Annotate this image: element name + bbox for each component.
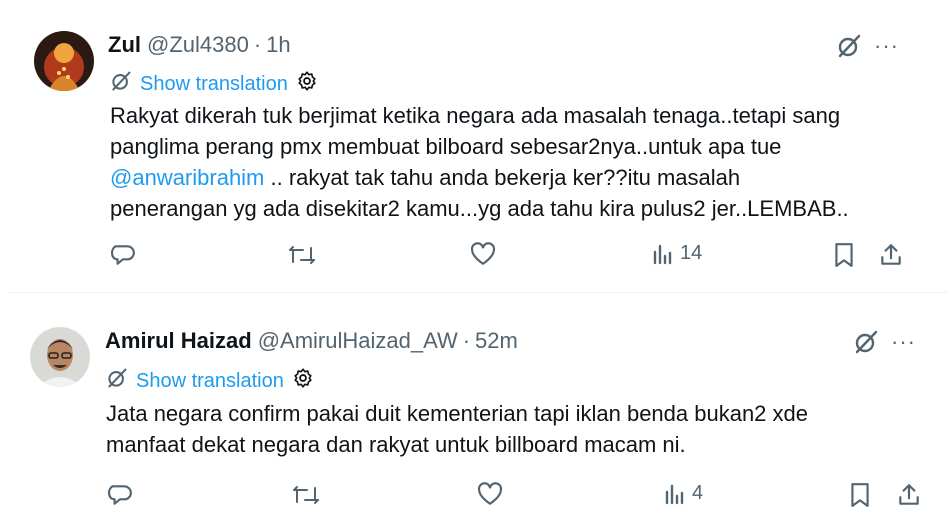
analytics-icon [652,243,674,265]
analytics-icon [664,483,686,505]
display-name[interactable]: Amirul Haizad [105,328,252,354]
avatar[interactable] [34,31,94,91]
view-count: 14 [680,242,703,264]
repost-icon [288,242,316,268]
tweet[interactable]: Amirul Haizad @AmirulHaizad_AW · 52m ···… [0,310,948,520]
heart-icon [477,482,503,506]
settings-gear-icon[interactable] [292,367,314,395]
views-button[interactable]: 14 [652,242,702,265]
text-line: manfaat dekat negara dan rakyat untuk bi… [106,432,686,457]
view-count: 4 [692,482,704,504]
like-button[interactable] [470,242,496,266]
settings-gear-icon[interactable] [296,70,318,98]
tweet-top-actions: ··· [836,32,899,60]
dot-separator: · [253,32,262,57]
display-name[interactable]: Zul [108,32,141,58]
reply-button[interactable] [110,242,136,268]
tweet-top-actions: ··· [853,328,916,356]
tweet-header: Amirul Haizad @AmirulHaizad_AW · 52m [105,328,518,354]
bookmark-button[interactable] [833,242,855,268]
text-line: Rakyat dikerah tuk berjimat ketika negar… [110,103,841,128]
grok-icon[interactable] [836,33,862,59]
action-bar: 14 [0,242,948,274]
translate-icon [110,70,132,98]
tweet-header: Zul @Zul4380 · 1h [108,32,291,58]
user-handle[interactable]: @Zul4380 [147,32,249,58]
dot-separator: · [462,328,471,353]
like-button[interactable] [477,482,503,506]
grok-icon[interactable] [853,329,879,355]
show-translation-link[interactable]: Show translation [110,70,318,98]
show-translation-label[interactable]: Show translation [136,370,284,393]
show-translation-label[interactable]: Show translation [140,73,288,96]
share-button[interactable] [896,482,922,508]
translate-icon [106,367,128,395]
mention-link[interactable]: @anwaribrahim [110,165,264,190]
timestamp[interactable]: 1h [266,32,290,58]
text-fragment: .. rakyat tak tahu anda bekerja ker??itu… [264,165,741,190]
share-icon [878,242,904,268]
avatar[interactable] [30,327,90,387]
bookmark-icon [833,242,855,268]
share-icon [896,482,922,508]
bookmark-icon [849,482,871,508]
text-line: penerangan yg ada disekitar2 kamu...yg a… [110,196,849,221]
more-options-icon[interactable]: ··· [874,32,899,60]
bookmark-button[interactable] [849,482,871,508]
heart-icon [470,242,496,266]
repost-icon [292,482,320,508]
share-button[interactable] [878,242,904,268]
tweet[interactable]: Zul @Zul4380 · 1h ··· Show translation R… [0,0,948,292]
tweet-text: Rakyat dikerah tuk berjimat ketika negar… [110,100,849,224]
repost-button[interactable] [288,242,316,268]
tweet-text: Jata negara confirm pakai duit kementeri… [106,398,808,460]
reply-icon [107,482,133,508]
repost-button[interactable] [292,482,320,508]
reply-icon [110,242,136,268]
user-handle[interactable]: @AmirulHaizad_AW [258,328,458,354]
views-button[interactable]: 4 [664,482,703,505]
reply-button[interactable] [107,482,133,508]
more-options-icon[interactable]: ··· [891,328,916,356]
action-bar: 4 [0,482,948,514]
text-line: panglima perang pmx membuat bilboard seb… [110,134,782,159]
divider [10,292,948,293]
text-line: @anwaribrahim .. rakyat tak tahu anda be… [110,162,849,193]
text-line: Jata negara confirm pakai duit kementeri… [106,401,809,426]
timestamp[interactable]: 52m [475,328,518,354]
show-translation-link[interactable]: Show translation [106,367,314,395]
